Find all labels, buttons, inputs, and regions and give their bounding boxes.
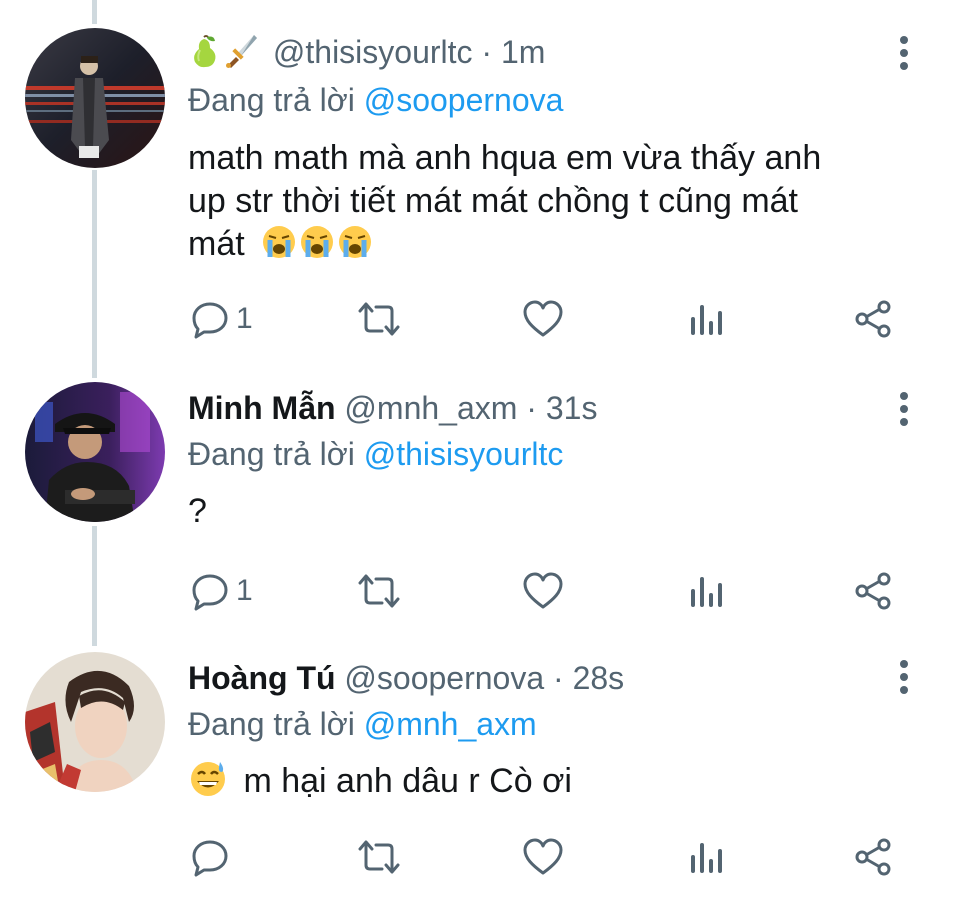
tweet-actions: 1 (0, 566, 960, 616)
replying-to-label: Đang trả lời (188, 706, 355, 742)
author-handle[interactable]: @mnh_axm (344, 390, 517, 426)
replying-to: Đang trả lời @mnh_axm (188, 704, 537, 744)
timestamp[interactable]: 1m (501, 34, 545, 70)
author-name[interactable]: Minh Mẫn (188, 390, 336, 426)
retweet-icon (358, 840, 400, 874)
loudly-crying-face-emoji (298, 223, 336, 272)
reply-count: 1 (236, 302, 253, 335)
replying-to-label: Đang trả lời (188, 82, 355, 118)
avatar[interactable] (25, 28, 165, 168)
replying-to-mention[interactable]: @thisisyourltc (364, 436, 564, 472)
tweet-2[interactable]: Minh Mẫn @mnh_axm · 31s Đang trả lời @th… (0, 360, 960, 640)
reply-count: 1 (236, 574, 253, 607)
timestamp[interactable]: 31s (546, 390, 598, 426)
share-icon (855, 572, 891, 610)
retweet-button[interactable] (356, 566, 402, 616)
replying-to-mention[interactable]: @soopernova (364, 82, 564, 118)
analytics-icon (691, 305, 722, 335)
avatar-image (25, 652, 165, 792)
retweet-icon (358, 302, 400, 336)
separator: · (526, 390, 537, 426)
share-button[interactable] (853, 566, 893, 616)
more-vertical-icon[interactable] (890, 390, 918, 430)
tweet-header: Hoàng Tú @soopernova · 28s (188, 658, 624, 698)
more-vertical-icon[interactable] (890, 658, 918, 698)
tweet-3[interactable]: Hoàng Tú @soopernova · 28s Đang trả lời … (0, 640, 960, 899)
tweet-actions (0, 832, 960, 882)
retweet-icon (358, 574, 400, 608)
tweet-text: m hại anh dâu r Cò ơi (188, 758, 908, 809)
tweet-header: Minh Mẫn @mnh_axm · 31s (188, 388, 597, 428)
grinning-sweat-face-emoji (188, 758, 228, 809)
tweet-text-line: mát (188, 223, 908, 272)
author-handle[interactable]: @thisisyourltc (273, 34, 473, 70)
reply-button[interactable] (190, 832, 236, 882)
avatar[interactable] (25, 382, 165, 522)
share-button[interactable] (853, 294, 893, 344)
analytics-icon (691, 577, 722, 607)
replying-to-mention[interactable]: @mnh_axm (364, 706, 537, 742)
replying-to-label: Đang trả lời (188, 436, 355, 472)
reply-icon (192, 302, 228, 339)
separator: · (553, 660, 564, 696)
author-handle[interactable]: @soopernova (344, 660, 544, 696)
tweet-1[interactable]: @thisisyourltc · 1m Đang trả lời @sooper… (0, 0, 960, 360)
like-button[interactable] (522, 832, 564, 882)
tweet-text-line: math math mà anh hqua em vừa thấy anh (188, 139, 822, 177)
retweet-button[interactable] (356, 832, 402, 882)
analytics-button[interactable] (690, 294, 726, 344)
dagger-emoji (224, 33, 258, 78)
tweet-actions: 1 (0, 294, 960, 344)
tweet-text: math math mà anh hqua em vừa thấy anh up… (188, 137, 908, 272)
loudly-crying-face-emoji (336, 223, 374, 272)
reply-button[interactable]: 1 (190, 294, 253, 344)
avatar[interactable] (25, 652, 165, 792)
reply-icon (192, 840, 228, 877)
share-icon (855, 300, 891, 338)
like-button[interactable] (522, 566, 564, 616)
avatar-image (25, 28, 165, 168)
share-icon (855, 838, 891, 876)
tweet-text-line-end: mát (188, 225, 245, 263)
like-button[interactable] (522, 294, 564, 344)
more-vertical-icon[interactable] (890, 34, 918, 74)
replying-to: Đang trả lời @soopernova (188, 80, 563, 120)
analytics-icon (691, 843, 722, 873)
retweet-button[interactable] (356, 294, 402, 344)
heart-icon (523, 300, 563, 337)
tweet-header: @thisisyourltc · 1m (188, 32, 545, 78)
reply-button[interactable]: 1 (190, 566, 253, 616)
tweet-text-content: m hại anh dâu r Cò ơi (243, 762, 572, 800)
reply-icon (192, 574, 228, 611)
timestamp[interactable]: 28s (573, 660, 625, 696)
loudly-crying-face-emoji (260, 223, 298, 272)
tweet-text-line: up str thời tiết mát mát chồng t cũng má… (188, 182, 799, 220)
heart-icon (523, 838, 563, 875)
heart-icon (523, 572, 563, 609)
analytics-button[interactable] (690, 832, 726, 882)
share-button[interactable] (853, 832, 893, 882)
author-name[interactable]: Hoàng Tú (188, 660, 336, 696)
replying-to: Đang trả lời @thisisyourltc (188, 434, 563, 474)
pear-emoji (188, 33, 220, 78)
avatar-image (25, 382, 165, 522)
tweet-text: ? (188, 492, 207, 530)
separator: · (481, 34, 493, 70)
analytics-button[interactable] (690, 566, 726, 616)
